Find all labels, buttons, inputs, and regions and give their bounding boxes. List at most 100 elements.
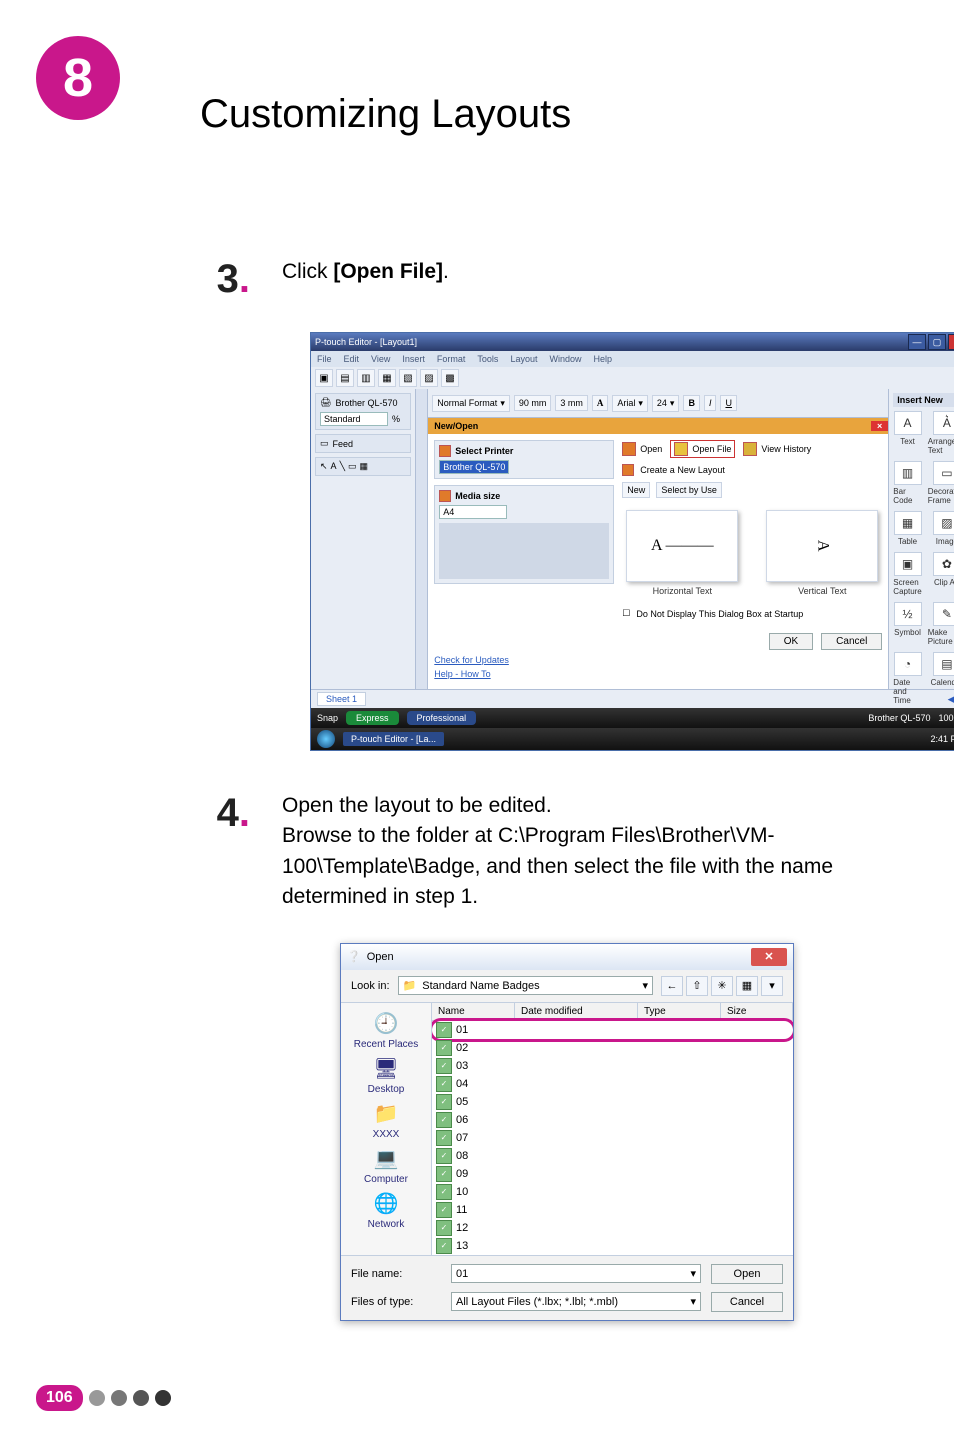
toolbar-button[interactable]: ▦	[378, 369, 396, 387]
file-row[interactable]: ✓10	[432, 1183, 793, 1201]
font-select[interactable]: Arial▾	[612, 395, 648, 412]
view-history-link[interactable]: View History	[761, 444, 811, 454]
sheet-tab[interactable]: Sheet 1	[317, 692, 366, 706]
insert-item[interactable]: ▭Decorative Frame	[928, 461, 954, 505]
menu-item[interactable]: Tools	[477, 354, 498, 364]
file-row[interactable]: ✓06	[432, 1111, 793, 1129]
open-label[interactable]: Open	[640, 444, 662, 454]
maximize-button[interactable]: ▢	[928, 334, 946, 350]
insert-item[interactable]: AText	[893, 411, 921, 455]
nav-newfolder-button[interactable]: ✳	[711, 976, 733, 996]
lookin-dropdown[interactable]: 📁Standard Name Badges ▾	[398, 976, 653, 995]
file-row[interactable]: ✓09	[432, 1165, 793, 1183]
menu-item[interactable]: File	[317, 354, 332, 364]
toolbar-button[interactable]: ▧	[399, 369, 417, 387]
insert-item[interactable]: ½Symbol	[893, 602, 921, 646]
menu-item[interactable]: Help	[593, 354, 612, 364]
open-button[interactable]: Open	[711, 1264, 783, 1284]
cancel-button[interactable]: Cancel	[711, 1292, 783, 1312]
new-button[interactable]: New	[622, 482, 650, 498]
place-item[interactable]: 📁XXXX	[370, 1101, 402, 1140]
file-row[interactable]: ✓13	[432, 1237, 793, 1255]
toolbar-button[interactable]: ▩	[441, 369, 459, 387]
scroll-handle[interactable]: ◀ ▶	[948, 694, 954, 705]
col-type[interactable]: Type	[638, 1003, 721, 1020]
close-button[interactable]: ×	[948, 334, 954, 350]
chevron-down-icon[interactable]: ▾	[690, 1295, 696, 1308]
help-icon[interactable]: ❔	[347, 950, 361, 963]
menu-item[interactable]: Edit	[344, 354, 360, 364]
file-row[interactable]: ✓11	[432, 1201, 793, 1219]
tool-rect-icon[interactable]: ▭	[348, 461, 357, 472]
width-input[interactable]: 90 mm	[514, 395, 552, 411]
file-row[interactable]: ✓07	[432, 1129, 793, 1147]
file-row[interactable]: ✓12	[432, 1219, 793, 1237]
italic-button[interactable]: I	[704, 395, 717, 411]
checkbox[interactable]: ☐	[622, 608, 630, 619]
media-dropdown[interactable]: A4	[439, 505, 507, 519]
format-select[interactable]: Normal Format▾	[432, 395, 510, 412]
bold-button[interactable]: B	[683, 395, 700, 411]
professional-tab[interactable]: Professional	[407, 711, 477, 725]
dialog-close-button[interactable]: ✕	[751, 948, 787, 966]
tool-arrow-icon[interactable]: ↖	[320, 461, 328, 472]
nav-up-button[interactable]: ⇧	[686, 976, 708, 996]
file-row[interactable]: ✓02	[432, 1039, 793, 1057]
newopen-close[interactable]: ×	[871, 421, 888, 431]
insert-item[interactable]: ▣Screen Capture	[893, 552, 921, 596]
col-name[interactable]: Name	[432, 1003, 515, 1020]
start-button[interactable]	[317, 730, 335, 748]
place-item[interactable]: 🕘Recent Places	[354, 1011, 418, 1050]
snap-label[interactable]: Snap	[317, 713, 338, 723]
insert-item[interactable]: ◔Date and Time	[893, 652, 921, 705]
toolbar-button[interactable]: ▨	[420, 369, 438, 387]
open-file-link[interactable]: Open File	[692, 444, 731, 454]
insert-item[interactable]: ✿Clip Art	[928, 552, 954, 596]
file-row[interactable]: ✓04	[432, 1075, 793, 1093]
tool-grid-icon[interactable]: ▦	[360, 461, 369, 472]
col-size[interactable]: Size	[721, 1003, 793, 1020]
nav-view-menu[interactable]: ▾	[761, 976, 783, 996]
file-row[interactable]: ✓08	[432, 1147, 793, 1165]
ok-button[interactable]: OK	[769, 633, 813, 650]
check-updates-link[interactable]: Check for Updates	[434, 655, 614, 665]
tool-line-icon[interactable]: ╲	[340, 461, 345, 472]
mode-input[interactable]: 3 mm	[555, 395, 588, 411]
chevron-down-icon[interactable]: ▾	[690, 1267, 696, 1280]
paper-select[interactable]: Standard	[320, 412, 388, 426]
cancel-button[interactable]: Cancel	[821, 633, 882, 650]
menu-item[interactable]: Layout	[510, 354, 537, 364]
insert-item[interactable]: ✎Make Picture	[928, 602, 954, 646]
underline-button[interactable]: U	[720, 395, 737, 411]
filename-input[interactable]: 01 ▾	[451, 1264, 701, 1283]
toolbar-button[interactable]: ▤	[336, 369, 354, 387]
layout-thumb[interactable]: A ——— Horizontal Text	[622, 510, 742, 596]
menu-item[interactable]: View	[371, 354, 390, 364]
select-by-use-button[interactable]: Select by Use	[656, 482, 722, 498]
place-item[interactable]: 🌐Network	[368, 1191, 405, 1230]
toolbar-button[interactable]: ▣	[315, 369, 333, 387]
feed-label[interactable]: Feed	[333, 439, 354, 449]
layout-thumb[interactable]: A Vertical Text	[762, 510, 882, 596]
file-row[interactable]: ✓05	[432, 1093, 793, 1111]
insert-item[interactable]: ▦Table	[893, 511, 921, 546]
size-select[interactable]: 24▾	[652, 395, 680, 412]
menu-item[interactable]: Insert	[402, 354, 425, 364]
tool-text-icon[interactable]: A	[331, 461, 337, 472]
express-tab[interactable]: Express	[346, 711, 399, 725]
menu-item[interactable]: Format	[437, 354, 466, 364]
filetype-dropdown[interactable]: All Layout Files (*.lbx; *.lbl; *.mbl) ▾	[451, 1292, 701, 1311]
nav-back-button[interactable]: ←	[661, 976, 683, 996]
place-item[interactable]: 🖥Desktop	[368, 1056, 405, 1095]
file-row[interactable]: ✓01	[432, 1021, 793, 1039]
insert-item[interactable]: ▥Bar Code	[893, 461, 921, 505]
minimize-button[interactable]: —	[908, 334, 926, 350]
insert-item[interactable]: ▨Image	[928, 511, 954, 546]
col-date[interactable]: Date modified	[515, 1003, 638, 1020]
menu-item[interactable]: Window	[549, 354, 581, 364]
printer-dropdown[interactable]: Brother QL-570	[439, 460, 509, 474]
place-item[interactable]: 💻Computer	[364, 1146, 408, 1185]
nav-view-button[interactable]: ▦	[736, 976, 758, 996]
toolbar-button[interactable]: ▥	[357, 369, 375, 387]
insert-item[interactable]: A͛Arrange Text	[928, 411, 954, 455]
